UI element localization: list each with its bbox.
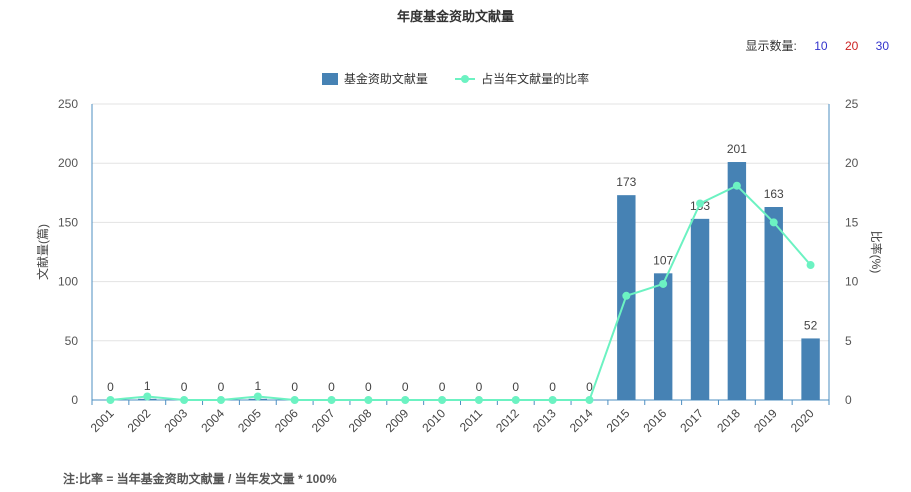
x-tick-label: 2009 (383, 406, 412, 435)
y2-tick-label: 10 (845, 275, 859, 289)
ratio-point (585, 396, 594, 404)
x-tick-label: 2011 (457, 406, 485, 434)
y-tick-label: 50 (65, 334, 79, 348)
x-tick-label: 2001 (88, 406, 117, 435)
x-tick-label: 2016 (641, 406, 670, 435)
y2-tick-label: 25 (845, 97, 859, 111)
bar (690, 218, 710, 400)
bar-value-label: 1 (254, 379, 261, 393)
ratio-point (364, 396, 373, 404)
chart-plot: 0501001502002500510152025文献量(篇) 比率(%)2001… (35, 97, 884, 435)
x-tick-label: 2008 (346, 406, 375, 435)
bar (653, 273, 673, 400)
bar-value-label: 1 (144, 379, 151, 393)
y2-axis-title: 比率(%) (869, 231, 884, 274)
bar-value-label: 0 (512, 380, 519, 394)
y2-tick-label: 5 (845, 334, 852, 348)
ratio-point (290, 396, 299, 404)
y-tick-label: 150 (58, 215, 78, 229)
bar (727, 162, 747, 400)
ratio-note: 注:比率 = 当年基金资助文献量 / 当年发文量 * 100% (63, 472, 337, 486)
x-tick-label: 2013 (530, 406, 559, 435)
ratio-point (548, 396, 557, 404)
bar-value-label: 0 (181, 380, 188, 394)
ratio-point (511, 396, 520, 404)
bar-value-label: 0 (291, 380, 298, 394)
ratio-point (401, 396, 410, 404)
bar-value-label: 0 (365, 380, 372, 394)
ratio-point (253, 392, 262, 401)
bar-value-label: 0 (402, 380, 409, 394)
bar-value-label: 0 (328, 380, 335, 394)
x-tick-label: 2006 (272, 406, 301, 435)
ratio-point (769, 218, 778, 227)
y2-tick-label: 20 (845, 156, 859, 170)
x-tick-label: 2010 (419, 406, 448, 435)
ratio-point (327, 396, 336, 404)
x-tick-label: 2014 (567, 406, 596, 435)
x-tick-label: 2020 (788, 406, 817, 435)
ratio-point (806, 261, 815, 270)
y2-tick-label: 15 (845, 215, 859, 229)
x-tick-label: 2003 (161, 406, 190, 435)
ratio-point (180, 396, 189, 404)
ratio-point (659, 279, 668, 288)
bar (801, 338, 820, 400)
bar-value-label: 107 (653, 253, 673, 267)
bar-value-label: 0 (476, 380, 483, 394)
ratio-point (106, 396, 115, 404)
bar-value-label: 201 (727, 142, 747, 156)
ratio-point (696, 199, 705, 208)
bar-value-label: 0 (107, 380, 114, 394)
x-tick-label: 2012 (493, 406, 522, 435)
x-tick-label: 2002 (125, 406, 154, 435)
bar-value-label: 0 (439, 380, 446, 394)
x-tick-label: 2019 (751, 406, 780, 435)
bar-value-label: 52 (804, 318, 818, 332)
ratio-point (622, 291, 631, 300)
x-tick-label: 2017 (677, 406, 706, 435)
bar-value-label: 0 (549, 380, 556, 394)
bar-value-label: 0 (218, 380, 225, 394)
bar-value-label: 173 (616, 175, 636, 189)
ratio-point (474, 396, 483, 404)
bar-value-label: 163 (764, 187, 784, 201)
x-tick-label: 2018 (714, 406, 743, 435)
ratio-point (216, 396, 225, 404)
y-tick-label: 0 (71, 393, 78, 407)
y-tick-label: 250 (58, 97, 78, 111)
bar (764, 207, 783, 400)
x-tick-label: 2007 (309, 406, 338, 435)
ratio-point (438, 396, 447, 404)
x-tick-label: 2004 (198, 406, 227, 435)
y-tick-label: 100 (58, 275, 78, 289)
y2-tick-label: 0 (845, 393, 852, 407)
ratio-point (143, 392, 152, 401)
ratio-point (732, 181, 741, 190)
y-axis-title: 文献量(篇) (35, 224, 50, 280)
x-tick-label: 2005 (235, 406, 264, 435)
x-tick-label: 2015 (604, 406, 633, 435)
y-tick-label: 200 (58, 156, 78, 170)
